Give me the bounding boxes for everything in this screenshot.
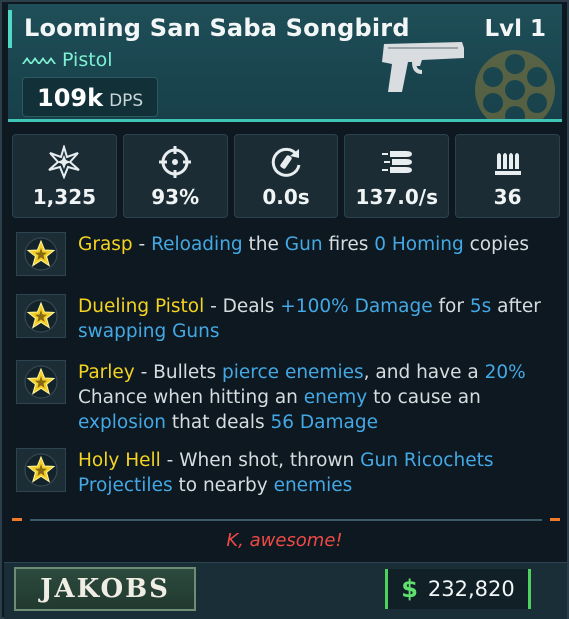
perk-keyword: enemies (273, 475, 353, 496)
perk-keyword: +100% Damage (280, 296, 433, 317)
perk-line: Projectiles to nearby enemies (78, 473, 558, 498)
header-accent (8, 10, 12, 48)
perk-description: Holy Hell - When shot, thrown Gun Ricoch… (78, 448, 558, 498)
perk-text-segment: that deals (166, 412, 271, 433)
perk-keyword: explosion (78, 412, 167, 433)
price-display: $ 232,820 (385, 569, 531, 609)
perk-keyword: enemy (303, 387, 368, 408)
perk-keyword: pierce enemies (222, 362, 364, 383)
perk-text-segment: after (491, 296, 541, 317)
perk-name: Dueling Pistol (78, 296, 205, 317)
stats-row: 1,325 93% 0.0s 137.0/s 36 (12, 134, 560, 218)
stat-magazine-value: 36 (493, 185, 522, 209)
price-value: 232,820 (427, 577, 515, 601)
stat-damage-value: 1,325 (32, 185, 97, 209)
perk-text-segment: Chance when hitting an (78, 387, 304, 408)
manufacturer-name: JAKOBS (40, 574, 170, 604)
perk-text-segment: to cause an (367, 387, 481, 408)
perk-name: Parley (78, 362, 135, 383)
star-perk-icon (24, 237, 58, 271)
perk-keyword: Gun Ricochets (360, 450, 494, 471)
stat-accuracy-value: 93% (151, 185, 200, 209)
perk-text-segment: the (242, 234, 285, 255)
perk-icon-frame (16, 294, 66, 338)
weapon-name: Looming San Saba Songbird (24, 14, 410, 42)
perk-text-segment: - Bullets (134, 362, 223, 383)
weapon-type: Pistol (62, 49, 113, 71)
reload-time-icon (271, 147, 301, 177)
divider (12, 518, 560, 522)
rarity-chevrons-icon (22, 57, 56, 64)
perk-keyword: 5s (469, 296, 492, 317)
perk-line: Parley - Bullets pierce enemies, and hav… (78, 360, 558, 385)
perk-name: Grasp (78, 234, 133, 255)
magazine-size-icon (494, 153, 521, 175)
perk-text-segment: - Deals (204, 296, 281, 317)
item-footer: JAKOBS $ 232,820 (4, 562, 567, 619)
perk-text-segment: to nearby (172, 475, 274, 496)
revolver-cylinder-icon (475, 50, 555, 119)
star-perk-icon (24, 453, 58, 487)
dps-display: 109k DPS (22, 77, 158, 117)
perk-line: explosion that deals 56 Damage (78, 410, 558, 435)
stat-fire-rate-value: 137.0/s (355, 185, 439, 209)
perk-icon-frame (16, 448, 66, 492)
star-perk-icon (24, 299, 58, 333)
stat-magazine: 36 (455, 134, 560, 218)
dps-unit: DPS (109, 91, 144, 111)
damage-burst-icon (48, 145, 81, 179)
perk-keyword: swapping Guns (78, 321, 220, 342)
perk-icon-frame (16, 360, 66, 404)
perk-keyword: 20% (484, 362, 526, 383)
perk-line: Dueling Pistol - Deals +100% Damage for … (78, 294, 558, 319)
stat-reload-value: 0.0s (262, 185, 310, 209)
dps-value: 109k (37, 84, 104, 112)
star-perk-icon (24, 365, 58, 399)
perk-text-segment: - When shot, thrown (160, 450, 361, 471)
item-card: Looming San Saba Songbird Lvl 1 Pistol 1… (0, 0, 569, 619)
perk-keyword: Projectiles (78, 475, 173, 496)
perk-keyword: Reloading (151, 234, 243, 255)
stat-reload: 0.0s (233, 134, 339, 218)
perk-line: Grasp - Reloading the Gun fires 0 Homing… (78, 232, 558, 257)
perk-text-segment: copies (463, 234, 530, 255)
weapon-type-row: Pistol (22, 48, 113, 72)
item-header: Looming San Saba Songbird Lvl 1 Pistol 1… (8, 4, 562, 122)
stat-fire-rate: 137.0/s (344, 134, 450, 218)
stat-damage: 1,325 (12, 134, 117, 218)
flavor-text: K, awesome! (226, 530, 343, 551)
perk-text-segment: for (432, 296, 470, 317)
perk-description: Parley - Bullets pierce enemies, and hav… (78, 360, 558, 435)
perk-description: Grasp - Reloading the Gun fires 0 Homing… (78, 232, 558, 257)
perk-name: Holy Hell (78, 450, 161, 471)
fire-rate-bullets-icon (381, 151, 412, 173)
perk-line: Holy Hell - When shot, thrown Gun Ricoch… (78, 448, 558, 473)
perk-description: Dueling Pistol - Deals +100% Damage for … (78, 294, 558, 344)
weapon-level: Lvl 1 (484, 16, 546, 42)
perk-icon-frame (16, 232, 66, 276)
perk-line: Chance when hitting an enemy to cause an (78, 385, 558, 410)
pistol-icon (382, 42, 464, 92)
stat-accuracy: 93% (122, 134, 228, 218)
perk-text-segment: - (132, 234, 152, 255)
perk-keyword: 0 Homing (374, 234, 464, 255)
perk-line: swapping Guns (78, 319, 558, 344)
perk-text-segment: , and have a (363, 362, 485, 383)
perk-keyword: 56 Damage (270, 412, 378, 433)
manufacturer-logo: JAKOBS (14, 567, 196, 611)
currency-symbol: $ (401, 575, 418, 603)
perk-keyword: Gun (284, 234, 323, 255)
perk-text-segment: fires (322, 234, 375, 255)
crosshair-accuracy-icon (159, 146, 192, 178)
